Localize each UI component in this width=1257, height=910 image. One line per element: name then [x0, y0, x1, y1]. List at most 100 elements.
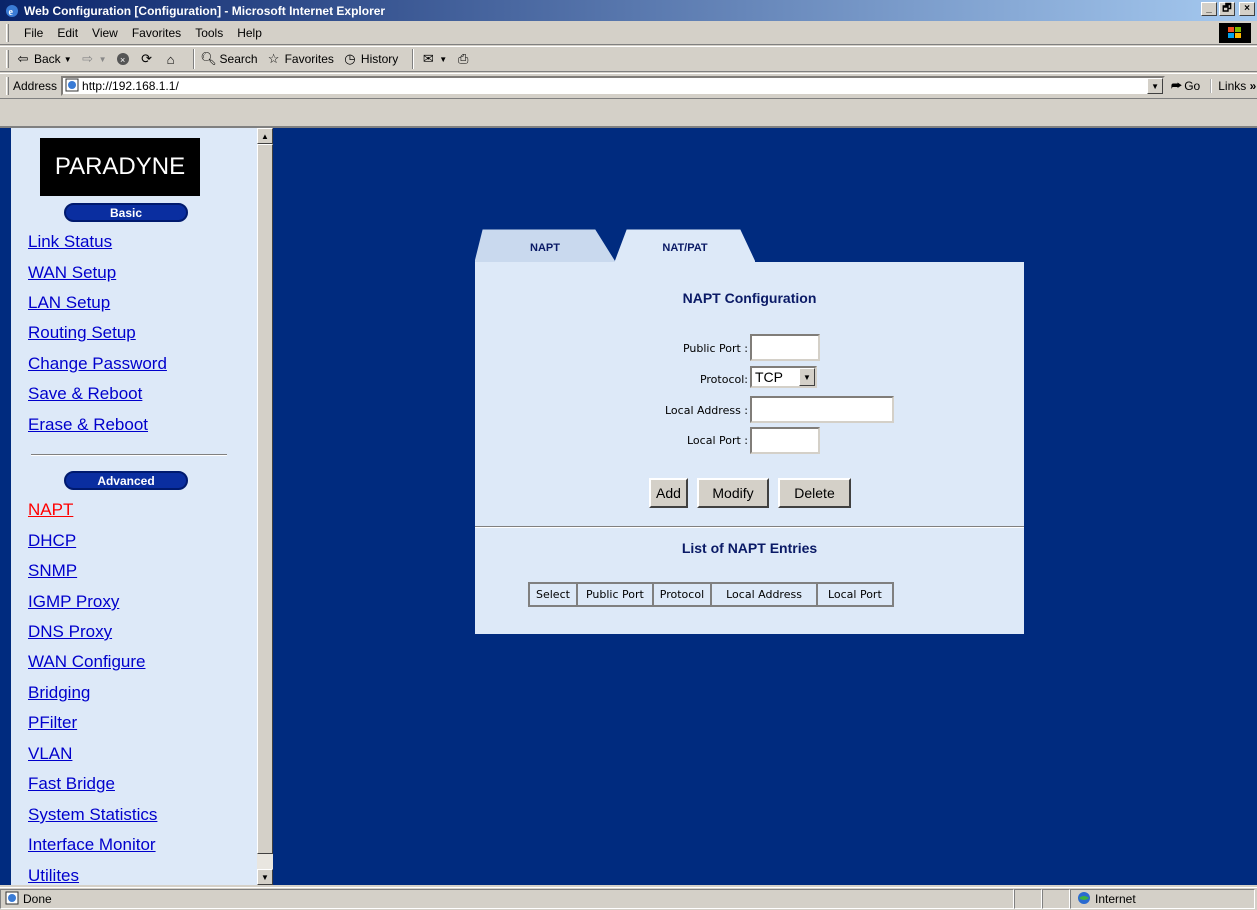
- ie-icon: e: [4, 3, 20, 19]
- nav-fast-bridge[interactable]: Fast Bridge: [28, 774, 115, 794]
- nav-change-password[interactable]: Change Password: [28, 354, 167, 374]
- window-title-bar: e Web Configuration [Configuration] - Mi…: [0, 0, 1257, 21]
- napt-entries-table: Select Public Port Protocol Local Addres…: [528, 582, 894, 607]
- nav-system-statistics[interactable]: System Statistics: [28, 805, 157, 825]
- advanced-section-header: Advanced: [64, 471, 188, 490]
- napt-panel: NAPT Configuration Public Port : Protoco…: [475, 262, 1024, 634]
- tab-nat-pat[interactable]: NAT/PAT: [615, 228, 755, 262]
- content-frame: PARADYNE Basic Link Status WAN Setup LAN…: [0, 126, 1257, 885]
- history-icon: ◷: [344, 51, 356, 66]
- favorites-icon: ☆: [267, 51, 280, 66]
- nav-utilites[interactable]: Utilites: [28, 866, 79, 885]
- windows-logo-icon: [1219, 23, 1251, 43]
- basic-section-header: Basic: [64, 203, 188, 222]
- chevron-right-icon: »: [1249, 79, 1257, 93]
- menu-file[interactable]: File: [17, 26, 50, 40]
- nav-interface-monitor[interactable]: Interface Monitor: [28, 835, 156, 855]
- chevron-down-icon: ▼: [439, 54, 448, 64]
- toolbar-separator: [192, 49, 195, 69]
- menu-favorites[interactable]: Favorites: [125, 26, 188, 40]
- protocol-value: TCP: [755, 369, 783, 385]
- address-input[interactable]: http://192.168.1.1/ ▼: [61, 76, 1166, 96]
- nav-wan-setup[interactable]: WAN Setup: [28, 263, 116, 283]
- nav-save-reboot[interactable]: Save & Reboot: [28, 384, 142, 404]
- page-icon: [5, 891, 19, 908]
- list-title: List of NAPT Entries: [681, 540, 818, 556]
- status-cell: [1042, 889, 1070, 909]
- nav-dhcp[interactable]: DHCP: [28, 531, 76, 551]
- scroll-thumb[interactable]: [257, 144, 273, 854]
- menu-help[interactable]: Help: [230, 26, 269, 40]
- refresh-icon: ⟳: [141, 51, 152, 66]
- add-button[interactable]: Add: [649, 478, 688, 508]
- toolbar-grip: [6, 50, 9, 68]
- paradyne-logo: PARADYNE: [40, 138, 200, 196]
- menu-view[interactable]: View: [85, 26, 125, 40]
- tab-napt-label: NAPT: [530, 242, 560, 254]
- minimize-button[interactable]: _: [1201, 2, 1217, 16]
- nav-dns-proxy[interactable]: DNS Proxy: [28, 622, 112, 642]
- address-dropdown-button[interactable]: ▼: [1147, 78, 1164, 94]
- menu-tools[interactable]: Tools: [188, 26, 230, 40]
- table-header-row: Select Public Port Protocol Local Addres…: [529, 583, 893, 606]
- links-button[interactable]: Links »: [1210, 79, 1256, 93]
- panel-divider: [475, 526, 1024, 528]
- scroll-down-button[interactable]: ▼: [257, 869, 273, 885]
- go-label: Go: [1184, 79, 1201, 93]
- favorites-button[interactable]: ☆ Favorites: [266, 51, 334, 67]
- toolbar-grip: [6, 77, 9, 95]
- forward-button[interactable]: ⇨ ▼: [80, 51, 107, 67]
- tab-napt[interactable]: NAPT: [475, 228, 615, 262]
- search-label: Search: [219, 52, 258, 66]
- back-label: Back: [34, 52, 61, 66]
- chevron-down-icon: ▼: [98, 54, 107, 64]
- status-bar: Done Internet: [0, 887, 1257, 910]
- nav-igmp-proxy[interactable]: IGMP Proxy: [28, 592, 119, 612]
- mail-button[interactable]: ✉ ▼: [420, 51, 447, 67]
- public-port-input[interactable]: [750, 334, 820, 361]
- forward-arrow-icon: ⇨: [82, 51, 94, 66]
- refresh-button[interactable]: ⟳: [139, 51, 155, 67]
- chevron-down-icon[interactable]: ▼: [799, 368, 815, 386]
- form-title: NAPT Configuration: [682, 290, 817, 306]
- toolbar-grip: [6, 23, 9, 42]
- local-address-label: Local Address :: [664, 404, 748, 417]
- back-button[interactable]: ⇦ Back ▼: [15, 51, 72, 67]
- menu-bar: File Edit View Favorites Tools Help: [0, 21, 1257, 45]
- nav-snmp[interactable]: SNMP: [28, 561, 77, 581]
- nav-wan-configure[interactable]: WAN Configure: [28, 652, 145, 672]
- scroll-up-button[interactable]: ▲: [257, 128, 273, 144]
- menu-edit[interactable]: Edit: [50, 26, 85, 40]
- close-button[interactable]: ×: [1239, 2, 1255, 16]
- svg-text:e: e: [9, 7, 14, 18]
- stop-button[interactable]: ×: [115, 51, 131, 67]
- maximize-button[interactable]: 🗗: [1219, 2, 1235, 16]
- address-url: http://192.168.1.1/: [82, 79, 179, 93]
- nav-vlan[interactable]: VLAN: [28, 744, 72, 764]
- print-button[interactable]: ⎙: [455, 51, 471, 67]
- local-port-input[interactable]: [750, 427, 820, 454]
- search-button[interactable]: 🔍︎ Search: [200, 51, 258, 67]
- history-button[interactable]: ◷ History: [342, 51, 398, 67]
- col-public-port: Public Port: [576, 583, 653, 606]
- nav-napt[interactable]: NAPT: [28, 500, 73, 520]
- print-icon: ⎙: [457, 51, 469, 66]
- standard-toolbar: ⇦ Back ▼ ⇨ ▼ × ⟳ ⌂ 🔍︎ Search ☆ Favorites…: [0, 46, 1257, 72]
- nav-erase-reboot[interactable]: Erase & Reboot: [28, 415, 148, 435]
- protocol-select[interactable]: TCP ▼: [750, 366, 817, 388]
- home-button[interactable]: ⌂: [163, 51, 179, 67]
- sidebar-scrollbar[interactable]: ▲ ▼: [257, 128, 273, 885]
- public-port-label: Public Port :: [682, 342, 748, 355]
- back-arrow-icon: ⇦: [17, 51, 29, 66]
- nav-pfilter[interactable]: PFilter: [28, 713, 77, 733]
- nav-lan-setup[interactable]: LAN Setup: [28, 293, 110, 313]
- history-label: History: [360, 52, 399, 66]
- nav-routing-setup[interactable]: Routing Setup: [28, 323, 136, 343]
- nav-link-status[interactable]: Link Status: [28, 232, 112, 252]
- nav-bridging[interactable]: Bridging: [28, 683, 90, 703]
- delete-button[interactable]: Delete: [778, 478, 851, 508]
- modify-button[interactable]: Modify: [697, 478, 769, 508]
- page-icon: [65, 78, 79, 95]
- local-address-input[interactable]: [750, 396, 894, 423]
- go-button[interactable]: ⮫ Go: [1171, 79, 1200, 94]
